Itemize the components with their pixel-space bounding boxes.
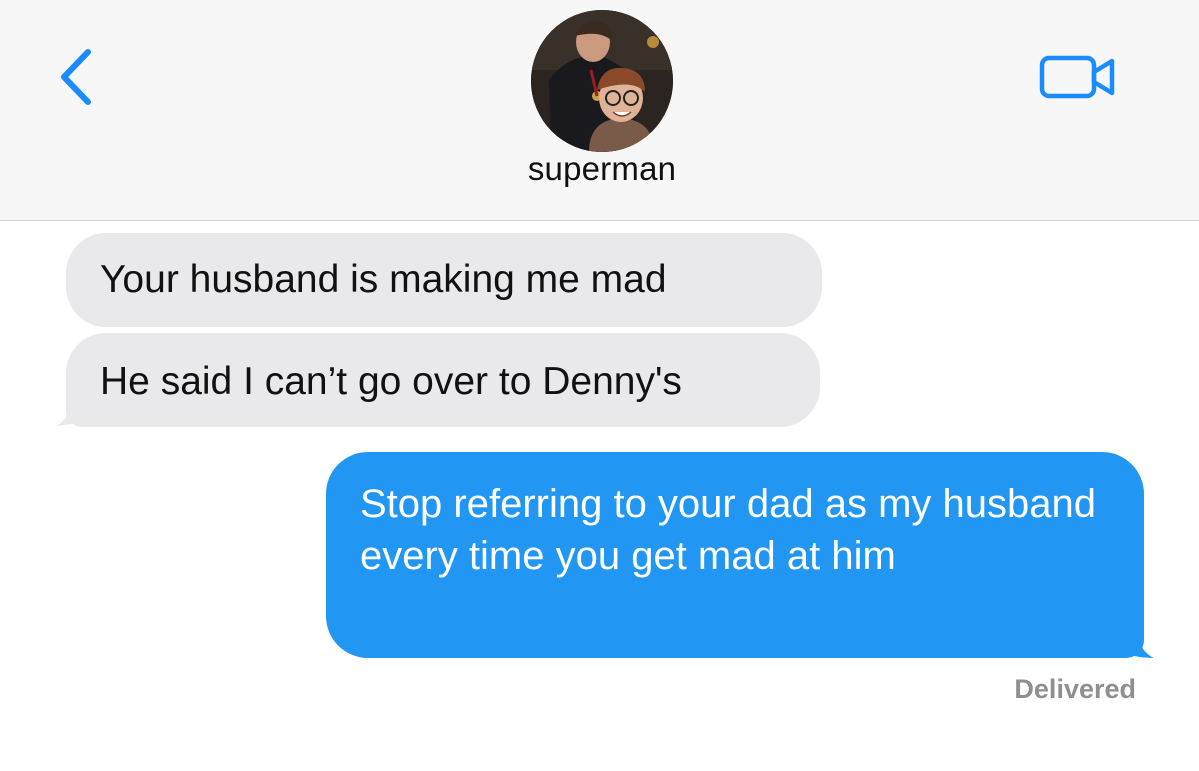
conversation-header: superman (0, 0, 1199, 221)
message-text: Stop referring to your dad as my husband… (360, 482, 1096, 578)
message-bubble-incoming[interactable]: Your husband is making me mad (66, 233, 822, 327)
contact-name[interactable]: superman (440, 150, 764, 188)
message-bubble-incoming[interactable]: He said I can’t go over to Denny's (66, 333, 820, 427)
video-call-button[interactable] (1036, 50, 1122, 104)
chevron-left-icon (61, 49, 91, 105)
delivery-status: Delivered (1014, 674, 1136, 704)
contact-photo (531, 10, 673, 152)
video-camera-icon (1039, 55, 1115, 99)
back-button[interactable] (54, 46, 98, 108)
message-text: Your husband is making me mad (100, 258, 667, 301)
message-bubble-outgoing[interactable]: Stop referring to your dad as my husband… (326, 452, 1144, 658)
message-text: He said I can’t go over to Denny's (100, 360, 682, 403)
avatar[interactable] (531, 10, 673, 152)
